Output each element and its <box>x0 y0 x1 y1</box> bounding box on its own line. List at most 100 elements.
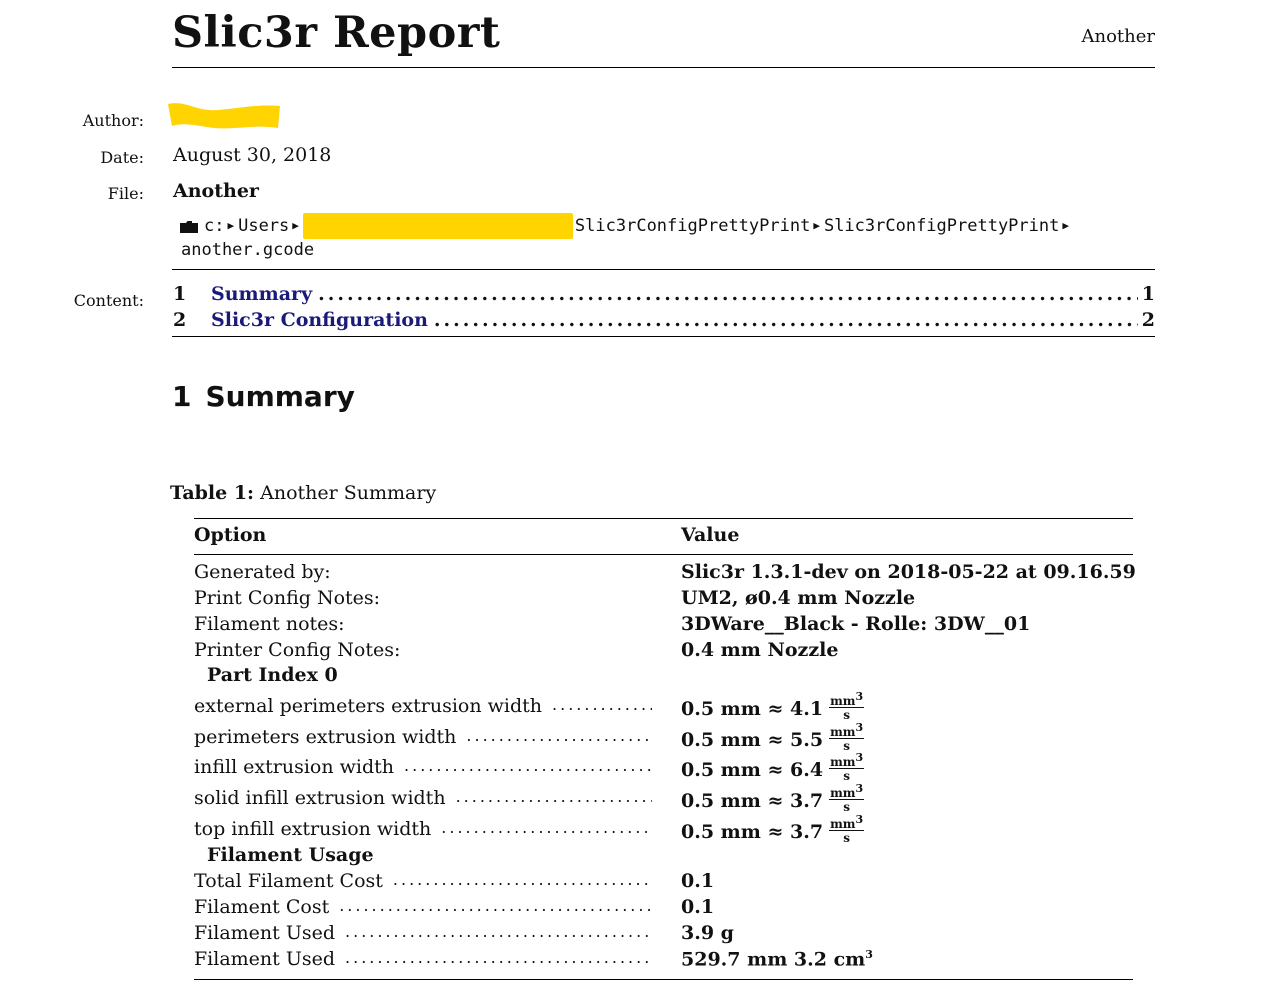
row-label: top infill extrusion width <box>194 818 432 840</box>
row-value: 0.4 mm Nozzle <box>681 639 839 661</box>
unit-fraction: mm3 s <box>829 782 865 814</box>
file-path: c: ▶ Users ▶ Slic3rConfigPrettyPrint ▶ S… <box>180 213 1073 239</box>
row-label: Filament Used <box>194 922 336 944</box>
path-segment: c: <box>204 216 225 236</box>
toc-leader-dots: ........................................… <box>318 283 1138 305</box>
toc-link[interactable]: Summary <box>211 283 318 305</box>
unit-fraction: mm3 s <box>829 721 865 753</box>
table-header-rule <box>194 554 1133 555</box>
author-label: Author: <box>82 111 144 130</box>
row-value: 0.1 <box>681 896 715 918</box>
row-value: 0.5 mm ≈ 3.7 mm3 s <box>681 783 865 817</box>
breadcrumb-arrow-icon: ▶ <box>813 218 820 232</box>
path-segment: Slic3rConfigPrettyPrint <box>823 216 1060 236</box>
leader-dots: ........................................… <box>466 726 652 745</box>
content-label: Content: <box>73 291 144 310</box>
table-row-label: top infill extrusion width..............… <box>194 818 652 840</box>
row-label: Print Config Notes: <box>194 587 381 609</box>
path-segment: Users <box>238 216 290 236</box>
breadcrumb-arrow-icon: ▶ <box>292 218 299 232</box>
row-label: Filament notes: <box>194 613 345 635</box>
caption-text: Another Summary <box>260 482 437 504</box>
rate-value: 0.5 mm ≈ 3.7 <box>681 821 824 843</box>
group-heading-part-index: Part Index 0 <box>207 664 338 686</box>
rate-value: 0.5 mm ≈ 4.1 <box>681 698 824 720</box>
breadcrumb-arrow-icon: ▶ <box>227 218 235 232</box>
row-label: Filament Cost <box>194 896 330 918</box>
table-caption: Table 1: Another Summary <box>170 482 436 504</box>
file-label: File: <box>107 184 144 203</box>
section-title: Summary <box>205 380 355 413</box>
toc-link[interactable]: Slic3r Configuration <box>211 309 434 331</box>
row-label: infill extrusion width <box>194 756 395 778</box>
row-label: Printer Config Notes: <box>194 639 401 661</box>
leader-dots: ........................................… <box>339 896 652 915</box>
row-value: 3DWare__Black - Rolle: 3DW__01 <box>681 613 1031 635</box>
table-row-label: perimeters extrusion width..............… <box>194 726 652 748</box>
file-rule <box>172 269 1155 270</box>
author-redaction <box>168 103 280 129</box>
folder-icon <box>180 221 198 233</box>
row-label: solid infill extrusion width <box>194 787 446 809</box>
rate-value: 0.5 mm ≈ 5.5 <box>681 729 824 751</box>
row-label: external perimeters extrusion width <box>194 695 543 717</box>
header-rule <box>172 67 1155 68</box>
table-row-label: Total Filament Cost.....................… <box>194 870 652 892</box>
table-row-label: external perimeters extrusion width.....… <box>194 695 652 717</box>
row-value: Slic3r 1.3.1-dev on 2018-05-22 at 09.16.… <box>681 561 1136 583</box>
column-header-value: Value <box>681 524 740 546</box>
table-top-rule <box>194 518 1133 519</box>
toc-number: 2 <box>173 309 187 331</box>
toc-number: 1 <box>173 283 187 305</box>
caption-label: Table 1: <box>170 482 255 504</box>
table-bottom-rule <box>194 979 1133 980</box>
toc-rule <box>172 336 1155 337</box>
cubic-exponent: 3 <box>865 948 873 961</box>
rate-value: 0.5 mm ≈ 3.7 <box>681 790 824 812</box>
unit-fraction: mm3 s <box>829 813 865 845</box>
document-title: Slic3r Report <box>172 8 501 58</box>
leader-dots: ........................................… <box>345 922 652 941</box>
section-number: 1 <box>172 380 192 413</box>
row-value: UM2, ø0.4 mm Nozzle <box>681 587 916 609</box>
row-value: 0.5 mm ≈ 6.4 mm3 s <box>681 752 865 786</box>
leader-dots: ........................................… <box>441 818 652 837</box>
row-label: perimeters extrusion width <box>194 726 457 748</box>
table-row-label: Filament Used...........................… <box>194 948 652 970</box>
row-label: Generated by: <box>194 561 331 583</box>
breadcrumb-arrow-icon: ▶ <box>1062 218 1069 232</box>
section-heading: 1 Summary <box>172 380 355 413</box>
row-label: Total Filament Cost <box>194 870 383 892</box>
row-value: 3.9 g <box>681 922 734 944</box>
table-row-label: Filament Used...........................… <box>194 922 652 944</box>
table-row-label: Filament Cost...........................… <box>194 896 652 918</box>
leader-dots: ........................................… <box>455 787 652 806</box>
toc-page-number: 1 <box>1141 283 1155 305</box>
row-value: 0.5 mm ≈ 4.1 mm3 s <box>681 691 865 725</box>
row-value: 529.7 mm 3.2 cm3 <box>681 948 873 970</box>
toc-entry-summary[interactable]: 1 Summary ..............................… <box>173 283 1155 307</box>
row-label: Filament Used <box>194 948 336 970</box>
row-value: 0.1 <box>681 870 715 892</box>
path-segment: Slic3rConfigPrettyPrint <box>574 216 811 236</box>
unit-fraction: mm3 s <box>829 690 865 722</box>
filament-used-value: 529.7 mm 3.2 cm <box>681 948 866 971</box>
table-row-label: solid infill extrusion width............… <box>194 787 652 809</box>
leader-dots: ........................................… <box>345 948 652 967</box>
toc-entry-slic3r-configuration[interactable]: 2 Slic3r Configuration .................… <box>173 309 1155 333</box>
date-value: August 30, 2018 <box>173 144 332 166</box>
leader-dots: ........................................… <box>392 870 652 889</box>
header-right-text: Another <box>1081 26 1155 47</box>
leader-dots: ........................................… <box>404 756 652 775</box>
rate-value: 0.5 mm ≈ 6.4 <box>681 759 824 781</box>
unit-fraction: mm3 s <box>829 751 865 783</box>
table-row-label: infill extrusion width..................… <box>194 756 652 778</box>
row-value: 0.5 mm ≈ 3.7 mm3 s <box>681 814 865 848</box>
column-header-option: Option <box>194 524 267 546</box>
path-redaction <box>302 213 573 239</box>
leader-dots: ........................................… <box>552 695 652 714</box>
date-label: Date: <box>100 148 144 167</box>
toc-page-number: 2 <box>1141 309 1155 331</box>
toc-leader-dots: ........................................… <box>433 309 1138 331</box>
file-path-filename: another.gcode <box>181 240 315 260</box>
